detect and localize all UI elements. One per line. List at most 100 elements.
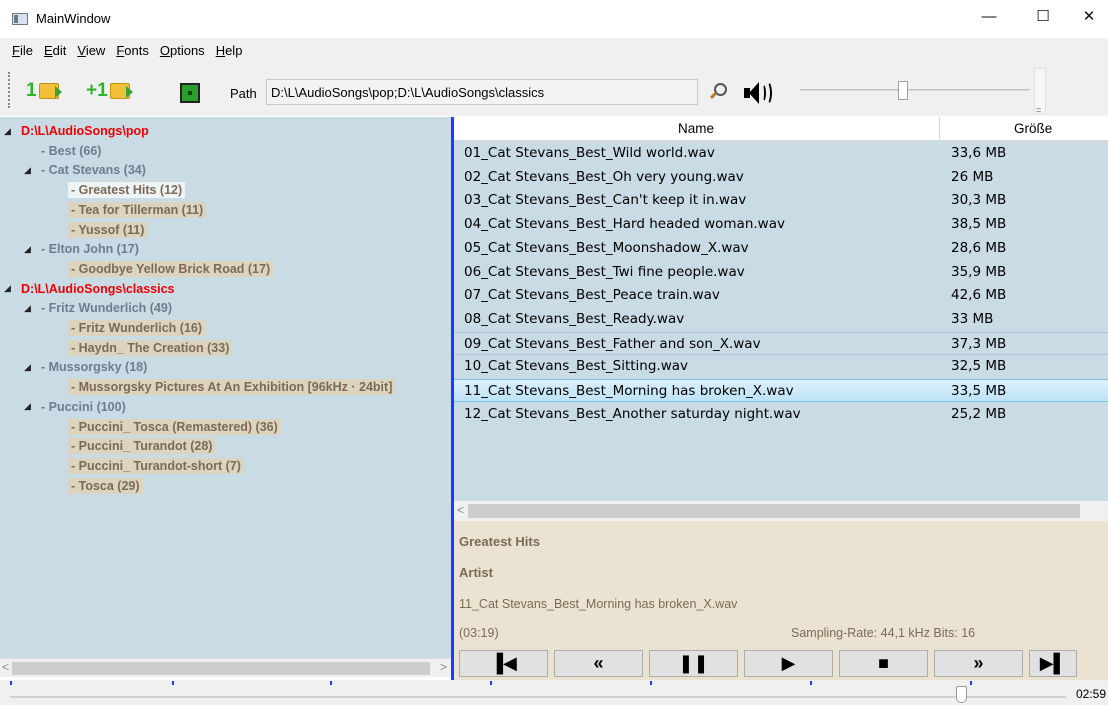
toolbar-grip[interactable] [8,72,11,108]
search-icon[interactable] [708,82,728,102]
tree-item-label: - Mussorgsky Pictures At An Exhibition [… [68,379,396,396]
tree-item-label: - Cat Stevans (34) [41,163,146,178]
file-name-cell: 04_Cat Stevans_Best_Hard headed woman.wa… [464,216,785,233]
seek-tick-mark [810,681,812,685]
expand-toggle-icon[interactable]: ◢ [24,401,38,412]
volume-slider-track[interactable] [800,89,1030,91]
menu-options[interactable]: Options [160,43,205,58]
previous-track-button[interactable]: ▐◀ [459,650,548,677]
column-header-name[interactable]: Name [678,121,714,136]
fast-forward-button[interactable]: » [934,650,1023,677]
tree-album-item[interactable]: - Puccini_ Turandot (28) [68,436,216,456]
tree-artist-item[interactable]: ◢ - Fritz Wunderlich (49) [24,298,175,318]
tree-album-item[interactable]: - Goodbye Yellow Brick Road (17) [68,259,274,279]
tree-root-folder[interactable]: ◢ D:\L\AudioSongs\pop [4,121,152,141]
menu-help[interactable]: Help [216,43,243,58]
tree-album-item[interactable]: - Puccini_ Turandot-short (7) [68,456,244,476]
toolbar-overflow-scroll[interactable] [1034,68,1046,115]
file-row[interactable]: 10_Cat Stevans_Best_Sitting.wav 32,5 MB [454,355,1108,378]
file-size-cell: 33,5 MB [951,383,1007,399]
menu-fonts[interactable]: Fonts [116,43,149,58]
tree-album-item[interactable]: - Tea for Tillerman (11) [68,200,207,220]
app-window-icon [12,13,28,25]
file-size-cell: 38,5 MB [951,216,1007,233]
file-list-scroll-thumb[interactable] [468,504,1080,518]
expand-toggle-icon[interactable]: ◢ [24,362,38,373]
transport-controls: ▐◀ «❚❚ ▶ ■» ▶▌ [454,645,1108,681]
next-track-button[interactable]: ▶▌ [1029,650,1077,677]
rewind-button[interactable]: « [554,650,643,677]
play-button[interactable]: ▶ [744,650,833,677]
column-divider[interactable] [939,117,940,141]
tree-item-label: - Yussof (11) [68,221,148,238]
expand-toggle-icon[interactable]: ◢ [24,303,38,314]
tree-artist-item[interactable]: ◢ - Elton John (17) [24,239,142,259]
file-row[interactable]: 04_Cat Stevans_Best_Hard headed woman.wa… [454,213,1108,236]
expand-toggle-icon[interactable]: ◢ [4,126,18,137]
file-name-cell: 03_Cat Stevans_Best_Can't keep it in.wav [464,192,747,209]
file-row[interactable]: 11_Cat Stevans_Best_Morning has broken_X… [454,379,1108,402]
tree-item-label: - Fritz Wunderlich (49) [41,301,173,316]
stop-button[interactable]: ■ [839,650,928,677]
file-size-cell: 35,9 MB [951,263,1007,280]
path-input[interactable] [266,79,698,105]
tree-artist-item[interactable]: ◢ - Cat Stevans (34) [24,160,149,180]
pause-button[interactable]: ❚❚ [649,650,738,677]
file-name-cell: 05_Cat Stevans_Best_Moonshadow_X.wav [464,239,749,256]
file-row[interactable]: 06_Cat Stevans_Best_Twi fine people.wav 3… [454,261,1108,284]
file-size-cell: 42,6 MB [951,287,1007,304]
file-list-horizontal-scrollbar[interactable]: < [454,501,1108,521]
menu-view[interactable]: View [77,43,105,58]
file-row[interactable]: 09_Cat Stevans_Best_Father and son_X.wav… [454,331,1108,355]
scroll-left-icon[interactable]: < [2,660,9,674]
file-row[interactable]: 01_Cat Stevans_Best_Wild world.wav 33,6 M… [454,142,1108,165]
file-name-cell: 10_Cat Stevans_Best_Sitting.wav [464,358,689,375]
speaker-icon[interactable] [742,80,774,106]
volume-slider-thumb[interactable] [898,81,908,100]
scroll-right-icon[interactable]: > [440,660,447,674]
stop-scan-button[interactable] [180,83,200,103]
tree-album-item[interactable]: - Fritz Wunderlich (16) [68,318,206,338]
column-header-size[interactable]: Größe [1014,121,1052,136]
scroll-left-icon[interactable]: < [457,503,464,517]
tree-album-item[interactable]: - Haydn_ The Creation (33) [68,338,233,358]
tree-item-label: - Goodbye Yellow Brick Road (17) [68,260,274,277]
maximize-button[interactable]: ☐ [1020,0,1066,32]
tree-album-item[interactable]: - Puccini_ Tosca (Remastered) (36) [68,417,281,437]
album-title: Greatest Hits [459,534,540,549]
menu-edit[interactable]: Edit [44,43,66,58]
tree-album-item[interactable]: - Mussorgsky Pictures At An Exhibition [… [68,377,396,397]
minimize-button[interactable]: — [966,0,1012,32]
tree-album-item[interactable]: - Yussof (11) [68,220,148,240]
tree-artist-item[interactable]: ◢ - Puccini (100) [24,397,129,417]
seek-tick-mark [650,681,652,685]
seek-slider-track[interactable] [10,696,1066,698]
file-row[interactable]: 07_Cat Stevans_Best_Peace train.wav 42,6 … [454,284,1108,307]
seek-tick-mark [172,681,174,685]
file-name-cell: 06_Cat Stevans_Best_Twi fine people.wav [464,263,745,280]
file-size-cell: 26 MB [951,168,994,185]
file-row[interactable]: 03_Cat Stevans_Best_Can't keep it in.wav… [454,189,1108,212]
file-row[interactable]: 08_Cat Stevans_Best_Ready.wav 33 MB [454,308,1108,331]
file-row[interactable]: 12_Cat Stevans_Best_Another saturday nig… [454,403,1108,426]
file-name-cell: 02_Cat Stevans_Best_Oh very young.wav [464,168,744,185]
expand-toggle-icon[interactable]: ◢ [4,283,18,294]
tree-album-item[interactable]: - Greatest Hits (12) [68,180,186,200]
tree-album-item[interactable]: - Tosca (29) [68,476,143,496]
tree-scroll-thumb[interactable] [12,662,430,675]
tree-artist-item[interactable]: ◢ - Mussorgsky (18) [24,357,150,377]
menu-file[interactable]: File [12,43,33,58]
file-row[interactable]: 02_Cat Stevans_Best_Oh very young.wav 26 … [454,166,1108,189]
open-folder-button[interactable]: 1 [26,78,62,104]
add-folder-button[interactable]: +1 [86,78,133,104]
file-row[interactable]: 05_Cat Stevans_Best_Moonshadow_X.wav 28,6… [454,237,1108,260]
expand-toggle-icon[interactable]: ◢ [24,244,38,255]
file-name-cell: 11_Cat Stevans_Best_Morning has broken_X… [464,383,794,399]
seek-slider-thumb[interactable] [956,686,967,703]
tree-root-folder[interactable]: ◢ D:\L\AudioSongs\classics [4,279,178,299]
close-button[interactable]: ✕ [1066,0,1108,32]
expand-toggle-icon[interactable]: ◢ [24,165,38,176]
file-name-cell: 01_Cat Stevans_Best_Wild world.wav [464,145,715,161]
tree-artist-item[interactable]: - Best (66) [38,141,104,161]
tree-horizontal-scrollbar[interactable]: < > [0,658,451,677]
